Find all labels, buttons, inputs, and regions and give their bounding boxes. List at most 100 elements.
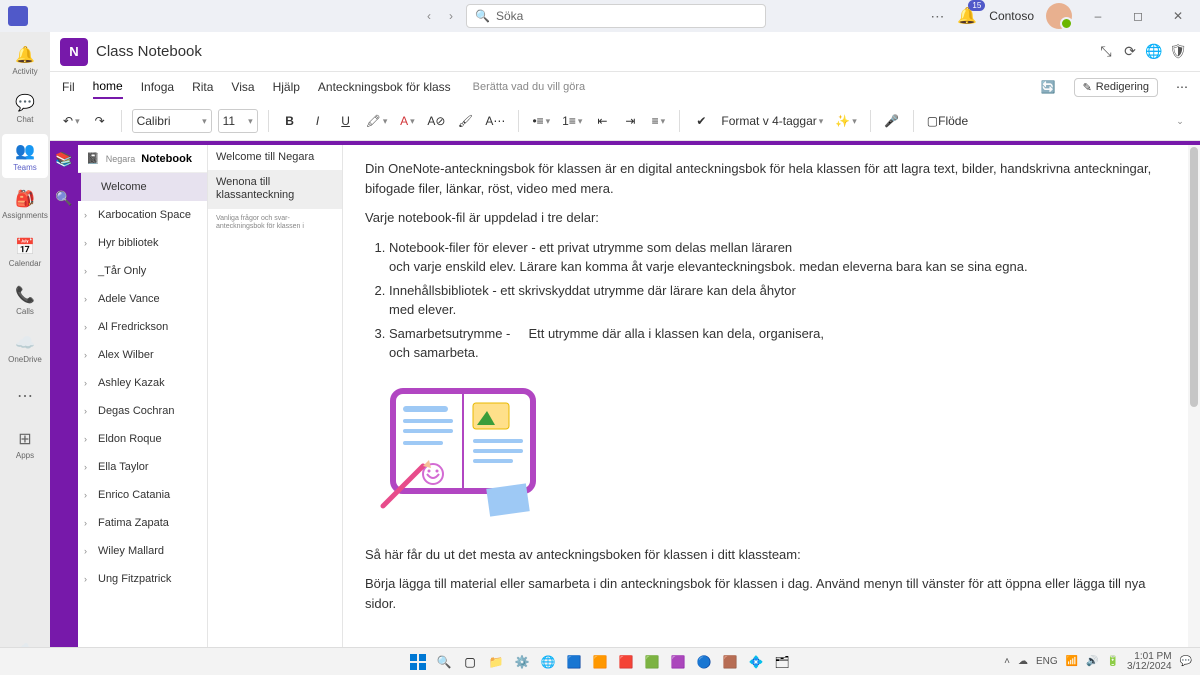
window-minimize-button[interactable]: ‒ xyxy=(1084,9,1112,23)
settings-icon[interactable]: ⚙️ xyxy=(512,652,532,672)
tray-clock[interactable]: 1:01 PM3/12/2024 xyxy=(1127,652,1172,672)
font-color-button[interactable]: A▾ xyxy=(396,108,418,134)
nav-back-button[interactable]: ‹ xyxy=(420,7,438,25)
user-avatar[interactable] xyxy=(1046,3,1072,29)
tray-wifi-icon[interactable]: 📶 xyxy=(1066,656,1078,667)
section-item[interactable]: ›Ashley Kazak xyxy=(78,369,207,397)
app-icon[interactable]: 🟥 xyxy=(616,652,636,672)
outdent-button[interactable]: ⇤ xyxy=(591,108,613,134)
rail-more[interactable]: ⋯ xyxy=(2,374,48,418)
section-item[interactable]: ›Hyr bibliotek xyxy=(78,229,207,257)
refresh-button[interactable]: ⟳ xyxy=(1118,40,1142,64)
clear-format-button[interactable]: A⊘ xyxy=(424,108,448,134)
tab-draw[interactable]: Rita xyxy=(192,76,213,98)
rail-assignments[interactable]: 🎒Assignments xyxy=(2,182,48,226)
nav-forward-button[interactable]: › xyxy=(442,7,460,25)
tray-chevron-icon[interactable]: ˄ xyxy=(1004,656,1010,667)
rail-teams[interactable]: 👥Teams xyxy=(2,134,48,178)
taskview-icon[interactable]: ▢ xyxy=(460,652,480,672)
tray-notifications-icon[interactable]: 💬 xyxy=(1180,656,1192,667)
rail-calls[interactable]: 📞Calls xyxy=(2,278,48,322)
search-input[interactable]: 🔍 Söka xyxy=(466,4,766,28)
undo-button[interactable]: ↶▾ xyxy=(60,108,83,134)
notebook-search-icon[interactable]: 🔍 xyxy=(55,190,72,207)
rail-activity[interactable]: 🔔Activity xyxy=(2,38,48,82)
window-maximize-button[interactable]: ◻ xyxy=(1124,9,1152,23)
section-item[interactable]: ›_Tår Only xyxy=(78,257,207,285)
taskbar-search-icon[interactable]: 🔍 xyxy=(434,652,454,672)
edge-icon[interactable]: 🌐 xyxy=(538,652,558,672)
font-name-select[interactable]: Calibri▾ xyxy=(132,109,212,133)
tab-class-notebook[interactable]: Anteckningsbok för klass xyxy=(318,76,451,98)
app-icon[interactable]: 🟫 xyxy=(720,652,740,672)
app-icon[interactable]: 🟩 xyxy=(642,652,662,672)
rail-calendar[interactable]: 📅Calendar xyxy=(2,230,48,274)
font-size-select[interactable]: 11▾ xyxy=(218,109,258,133)
dictate-button[interactable]: 🎤 xyxy=(881,108,903,134)
section-item[interactable]: ›Ung Fitzpatrick xyxy=(78,565,207,593)
app-icon[interactable]: 🟧 xyxy=(590,652,610,672)
section-item[interactable]: ›Ella Taylor xyxy=(78,453,207,481)
app-icon[interactable]: 🗂 xyxy=(772,652,792,672)
tray-battery-icon[interactable]: 🔋 xyxy=(1107,656,1119,667)
tab-file[interactable]: Fil xyxy=(62,76,75,98)
highlight-button[interactable]: 🖍▾ xyxy=(363,108,391,134)
section-item[interactable]: ›Alex Wilber xyxy=(78,341,207,369)
align-button[interactable]: ≡▾ xyxy=(647,108,669,134)
app-icon[interactable]: 💠 xyxy=(746,652,766,672)
tab-insert[interactable]: Infoga xyxy=(141,76,174,98)
start-button[interactable] xyxy=(408,652,428,672)
tab-help[interactable]: Hjälp xyxy=(273,76,300,98)
more-options-button[interactable]: ⋯ xyxy=(930,8,945,25)
app-icon[interactable]: 🔵 xyxy=(694,652,714,672)
page-item[interactable]: Welcome till Negara xyxy=(208,145,342,170)
page-item[interactable]: Vanliga frågor och svar- anteckningsbok … xyxy=(208,209,342,238)
sync-status-icon[interactable]: 🔄 xyxy=(1041,80,1056,94)
scrollbar-thumb[interactable] xyxy=(1190,147,1198,407)
flow-button[interactable]: ▢ Flöde xyxy=(924,108,971,134)
shield-button[interactable]: 🛡 xyxy=(1166,40,1190,64)
section-item[interactable]: ›Degas Cochran xyxy=(78,397,207,425)
explorer-icon[interactable]: 📁 xyxy=(486,652,506,672)
section-item[interactable]: ›Al Fredrickson xyxy=(78,313,207,341)
app-icon[interactable]: 🟦 xyxy=(564,652,584,672)
collapse-button[interactable]: ⤡ xyxy=(1094,40,1118,64)
tell-me-input[interactable]: Berätta vad du vill göra xyxy=(473,81,586,93)
vertical-scrollbar[interactable] xyxy=(1188,145,1200,675)
tab-home[interactable]: home xyxy=(93,75,123,99)
page-canvas[interactable]: Din OneNote-anteckningsbok för klassen ä… xyxy=(343,145,1188,675)
tray-cloud-icon[interactable]: ☁ xyxy=(1018,656,1028,667)
globe-button[interactable]: 🌐 xyxy=(1142,40,1166,64)
tray-lang[interactable]: ENG xyxy=(1036,656,1058,667)
section-item[interactable]: ›Adele Vance xyxy=(78,285,207,313)
notebook-header[interactable]: 📓 Negara Notebook xyxy=(78,145,207,173)
tab-view[interactable]: Visa xyxy=(231,76,254,98)
bullets-button[interactable]: •≡▾ xyxy=(529,108,553,134)
section-item[interactable]: ›Wiley Mallard xyxy=(78,537,207,565)
rail-onedrive[interactable]: ☁️OneDrive xyxy=(2,326,48,370)
window-close-button[interactable]: ✕ xyxy=(1164,9,1192,23)
learning-button[interactable]: ✨▾ xyxy=(832,108,859,134)
rail-apps[interactable]: ⊞Apps xyxy=(2,422,48,466)
numbering-button[interactable]: 1≡▾ xyxy=(559,108,585,134)
tag-button[interactable]: ✔ xyxy=(690,108,712,134)
notifications-button[interactable]: 🔔 15 xyxy=(957,6,977,26)
italic-button[interactable]: I xyxy=(307,108,329,134)
editing-mode-button[interactable]: ✎ Redigering xyxy=(1074,78,1158,97)
app-icon[interactable]: 🟪 xyxy=(668,652,688,672)
rail-chat[interactable]: 💬Chat xyxy=(2,86,48,130)
bold-button[interactable]: B xyxy=(279,108,301,134)
sections-icon[interactable]: 📚 xyxy=(55,151,72,168)
redo-button[interactable]: ↷ xyxy=(89,108,111,134)
more-text-button[interactable]: A⋯ xyxy=(482,108,508,134)
page-item[interactable]: Wenona till klassanteckning xyxy=(208,170,342,208)
section-item[interactable]: ›Fatima Zapata xyxy=(78,509,207,537)
ribbon-collapse-button[interactable]: ⌄ xyxy=(1168,108,1190,134)
indent-button[interactable]: ⇥ xyxy=(619,108,641,134)
styles-button[interactable]: Format v 4-taggar▾ xyxy=(718,108,826,134)
section-item[interactable]: ›Karbocation Space xyxy=(78,201,207,229)
section-item[interactable]: Welcome xyxy=(78,173,207,201)
section-item[interactable]: ›Eldon Roque xyxy=(78,425,207,453)
ribbon-more-button[interactable]: ⋯ xyxy=(1176,80,1188,94)
tray-volume-icon[interactable]: 🔊 xyxy=(1086,656,1098,667)
